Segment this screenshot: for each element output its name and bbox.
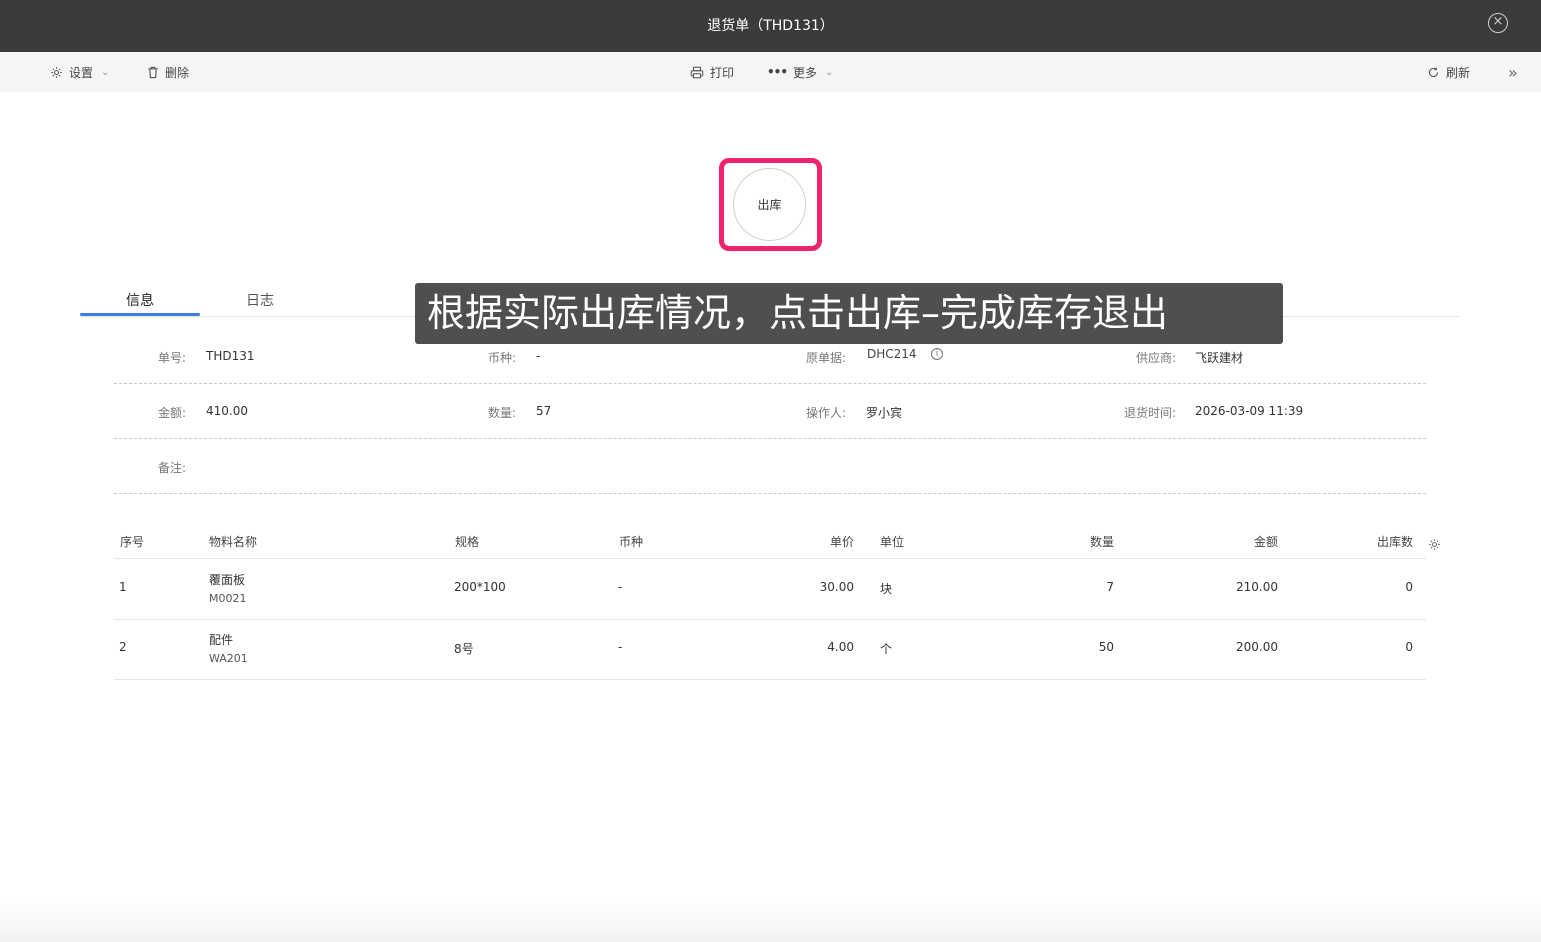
- more-button[interactable]: ••• 更多 ⌄: [767, 63, 833, 81]
- toolbar: 设置 ⌄ 删除 打印 ••• 更多 ⌄ 刷新 »: [0, 52, 1541, 92]
- quantity-label: 数量:: [487, 406, 516, 420]
- cell-amount: 200.00: [1236, 640, 1278, 654]
- delete-label: 删除: [165, 65, 190, 80]
- cell-price: 30.00: [819, 580, 854, 594]
- print-label: 打印: [710, 65, 735, 80]
- cell-unit: 块: [880, 582, 893, 596]
- window-title: 退货单（THD131）: [707, 18, 834, 34]
- refresh-icon: [1428, 66, 1439, 77]
- source-doc-link[interactable]: DHC214: [867, 347, 917, 361]
- column-settings-gear-icon[interactable]: [1428, 538, 1441, 551]
- return-time-value: 2026-03-09 11:39: [1195, 404, 1304, 418]
- more-dots-icon: •••: [767, 65, 788, 79]
- table-header-divider: [114, 558, 1426, 559]
- col-header-no: 序号: [120, 535, 145, 549]
- quantity-value: 57: [536, 404, 552, 418]
- supplier-label: 供应商:: [1135, 351, 1176, 365]
- source-doc-label: 原单据:: [805, 351, 846, 365]
- tab-info[interactable]: 信息: [80, 290, 200, 310]
- print-button[interactable]: 打印: [690, 63, 734, 81]
- col-header-qty: 数量: [1089, 535, 1114, 549]
- col-header-spec: 规格: [455, 535, 480, 549]
- col-header-currency: 币种: [619, 535, 644, 549]
- collapse-panel-icon[interactable]: »: [1508, 63, 1518, 82]
- title-bar: 退货单（THD131） ×: [0, 0, 1541, 52]
- cell-currency: -: [618, 580, 623, 594]
- table-row[interactable]: 2 配件 WA201 8号 - 4.00 个 50 200.00 0: [114, 620, 1426, 680]
- cell-no: 2: [119, 640, 127, 654]
- cell-unit: 个: [880, 642, 893, 656]
- cell-qty: 7: [1106, 580, 1114, 594]
- col-header-out: 出库数: [1376, 535, 1413, 549]
- cell-price: 4.00: [827, 640, 854, 654]
- col-header-price: 单价: [829, 535, 854, 549]
- cell-code: WA201: [209, 652, 248, 665]
- refresh-button[interactable]: 刷新: [1427, 63, 1470, 81]
- settings-label: 设置: [69, 65, 94, 80]
- amount-value: 410.00: [206, 404, 248, 418]
- amount-label: 金额:: [157, 406, 186, 420]
- delete-button[interactable]: 删除: [147, 63, 189, 81]
- cell-no: 1: [119, 580, 127, 594]
- table-row[interactable]: 1 覆面板 M0021 200*100 - 30.00 块 7 210.00 0: [114, 560, 1426, 620]
- close-icon[interactable]: ×: [1488, 13, 1508, 33]
- info-row: 金额: 410.00 数量: 57 操作人: 罗小宾 退货时间: 2026-03…: [114, 384, 1426, 439]
- info-icon[interactable]: i: [931, 348, 943, 360]
- active-tab-indicator: [80, 313, 200, 316]
- chevron-down-icon: ⌄: [825, 66, 834, 78]
- cell-spec: 8号: [454, 642, 474, 656]
- bottom-edge: [0, 900, 1541, 942]
- cell-name: 覆面板: [209, 573, 246, 587]
- operator-label: 操作人:: [805, 406, 846, 420]
- col-header-amount: 金额: [1253, 535, 1278, 549]
- return-time-label: 退货时间:: [1123, 406, 1176, 420]
- cell-out: 0: [1405, 640, 1413, 654]
- more-label: 更多: [793, 65, 818, 80]
- cell-qty: 50: [1098, 640, 1114, 654]
- currency-label: 币种:: [487, 351, 516, 365]
- cell-name: 配件: [209, 633, 234, 647]
- operator-value: 罗小宾: [866, 406, 903, 420]
- cell-currency: -: [618, 640, 623, 654]
- supplier-value: 飞跃建材: [1195, 351, 1244, 365]
- cell-spec: 200*100: [454, 580, 506, 594]
- trash-icon: [148, 66, 158, 78]
- order-no-value: THD131: [206, 349, 255, 363]
- printer-icon: [690, 66, 704, 78]
- remark-label: 备注:: [157, 461, 186, 475]
- col-header-name: 物料名称: [209, 535, 258, 549]
- order-no-label: 单号:: [157, 351, 186, 365]
- cell-out: 0: [1405, 580, 1413, 594]
- info-row: 备注:: [114, 439, 1426, 494]
- cell-amount: 210.00: [1236, 580, 1278, 594]
- outbound-button[interactable]: 出库: [733, 168, 806, 241]
- col-header-unit: 单位: [880, 535, 905, 549]
- chevron-down-icon: ⌄: [101, 66, 110, 78]
- cell-code: M0021: [209, 592, 247, 605]
- settings-button[interactable]: 设置 ⌄: [50, 63, 109, 81]
- gear-icon: [51, 66, 62, 78]
- currency-value: -: [536, 349, 541, 363]
- tab-log[interactable]: 日志: [200, 290, 320, 310]
- refresh-label: 刷新: [1446, 65, 1471, 80]
- info-row: 单号: THD131 币种: - 原单据: DHC214 i 供应商: 飞跃建材: [114, 329, 1426, 384]
